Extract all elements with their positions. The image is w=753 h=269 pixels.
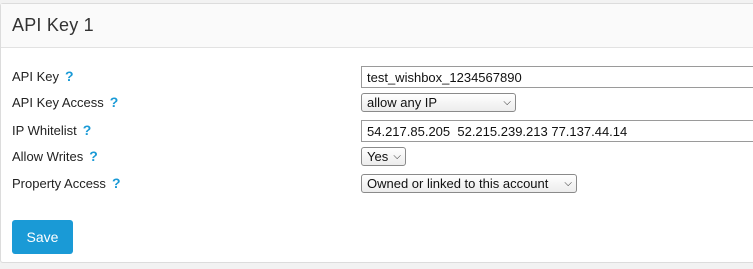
api-key-access-label-row: API Key Access ?: [12, 91, 118, 113]
save-button[interactable]: Save: [12, 220, 73, 254]
api-key-label: API Key: [12, 68, 59, 84]
property-access-label: Property Access: [12, 175, 106, 191]
api-key-help-icon[interactable]: ?: [65, 68, 74, 84]
allow-writes-label-row: Allow Writes ?: [12, 145, 98, 167]
api-key-input[interactable]: test_wishbox_1234567890: [361, 66, 753, 88]
panel-title: API Key 1: [12, 15, 94, 35]
allow-writes-help-icon[interactable]: ?: [89, 148, 98, 164]
ip-whitelist-label-row: IP Whitelist ?: [12, 119, 91, 141]
api-key-access-label: API Key Access: [12, 94, 104, 110]
chevron-down-icon: ⌵: [503, 96, 511, 108]
api-key-label-row: API Key ?: [12, 65, 74, 87]
property-access-select[interactable]: Owned or linked to this account ⌵: [361, 174, 577, 193]
chevron-down-icon: ⌵: [393, 150, 401, 162]
property-access-selected: Owned or linked to this account: [367, 176, 549, 191]
allow-writes-select[interactable]: Yes ⌵: [361, 147, 406, 166]
allow-writes-label: Allow Writes: [12, 148, 84, 164]
api-key-access-select[interactable]: allow any IP ⌵: [361, 93, 516, 112]
property-access-help-icon[interactable]: ?: [112, 175, 121, 191]
api-key-panel: API Key 1 API Key ? test_wishbox_1234567…: [0, 3, 753, 263]
api-key-value: test_wishbox_1234567890: [367, 69, 522, 85]
property-access-label-row: Property Access ?: [12, 172, 121, 194]
allow-writes-selected: Yes: [367, 149, 389, 164]
ip-whitelist-value: 54.217.85.205 52.215.239.213 77.137.44.1…: [367, 123, 628, 139]
api-key-access-help-icon[interactable]: ?: [110, 94, 119, 110]
api-key-access-selected: allow any IP: [367, 95, 438, 110]
panel-header: API Key 1: [1, 4, 753, 48]
chevron-down-icon: ⌵: [564, 177, 572, 189]
ip-whitelist-help-icon[interactable]: ?: [83, 122, 92, 138]
ip-whitelist-input[interactable]: 54.217.85.205 52.215.239.213 77.137.44.1…: [361, 120, 753, 142]
ip-whitelist-label: IP Whitelist: [12, 122, 77, 138]
